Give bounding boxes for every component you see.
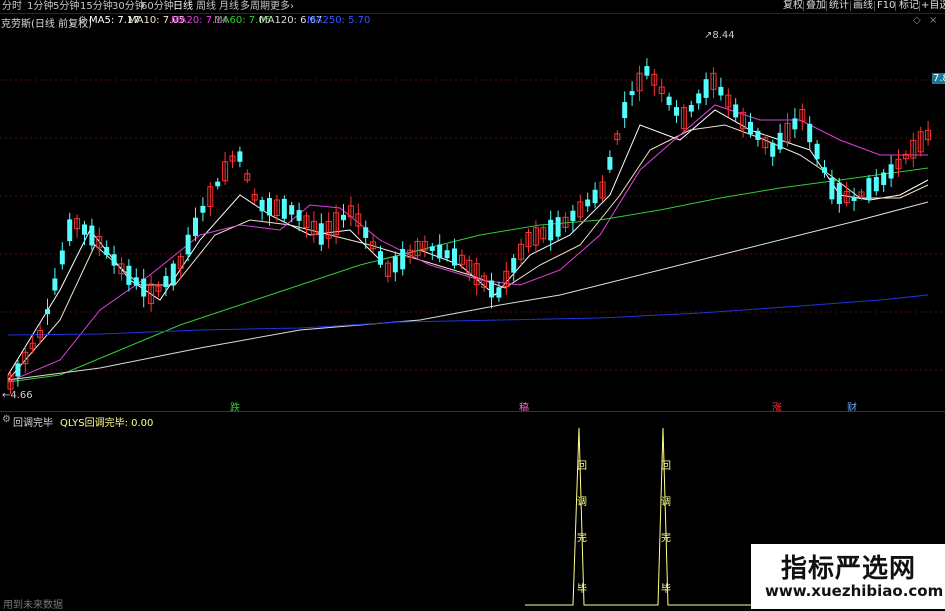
separator [919, 1, 920, 11]
adjust-button[interactable]: 复权 [783, 0, 803, 12]
tab-30min[interactable]: 30分钟 [112, 0, 145, 13]
tab-more[interactable]: 更多› [270, 0, 294, 13]
indicator-name[interactable]: 回调完毕 [13, 414, 53, 429]
draw-line-button[interactable]: 画线 [853, 0, 873, 12]
settings-icon[interactable]: ⚙ [78, 15, 87, 26]
tab-multi-period[interactable]: 多周期 [240, 0, 270, 13]
candlesticks [7, 58, 932, 394]
tab-1min[interactable]: 1分钟 [27, 0, 53, 13]
peak-text: 调 [661, 497, 671, 508]
tab-daily[interactable]: 日线 [173, 0, 193, 13]
diamond-icon[interactable]: ◇ [913, 15, 921, 26]
ma250-label: MA250: 5.70 [307, 15, 371, 26]
ma-legend-bar: 克劳斯(日线 前复权) ⚙ MA5: 7.17 MA10: 7.05 MA20:… [0, 14, 945, 30]
add-watchlist-button[interactable]: +自选 [921, 0, 945, 12]
peak-text: 毕 [661, 584, 671, 595]
separator [895, 1, 896, 11]
peak-text: 调 [577, 497, 587, 508]
overlay-button[interactable]: 叠加 [806, 0, 826, 12]
watermark-title: 指标严选网 [781, 554, 917, 584]
separator [826, 1, 827, 11]
right-price-tag: 7.8 [932, 73, 945, 84]
tab-weekly[interactable]: 周线 [196, 0, 216, 13]
high-price-label: ↗8.44 [704, 30, 735, 41]
peak-text: 完 [577, 533, 587, 544]
settings-icon[interactable]: ⚙ [2, 414, 11, 425]
tab-60min[interactable]: 60分钟 [141, 0, 174, 13]
separator [803, 1, 804, 11]
peak-text: 回 [661, 461, 671, 472]
separator [850, 1, 851, 11]
peak-text: 完 [661, 533, 671, 544]
close-icon[interactable]: × [929, 15, 937, 26]
period-toolbar: 分时 1分钟 5分钟 15分钟 30分钟 60分钟 日线 周线 月线 多周期 更… [0, 0, 945, 13]
tab-monthly[interactable]: 月线 [219, 0, 239, 13]
low-price-label: ←4.66 [2, 390, 33, 401]
mark-button[interactable]: 标记 [899, 0, 919, 12]
tab-15min[interactable]: 15分钟 [80, 0, 113, 13]
indicator-value: QLYS回调完毕: 0.00 [60, 418, 154, 429]
grid-lines [0, 79, 945, 371]
watermark: 指标严选网 www.xuezhibiao.com [751, 544, 945, 609]
tab-timeshare[interactable]: 分时 [2, 0, 22, 13]
peak-text: 回 [577, 461, 587, 472]
tab-5min[interactable]: 5分钟 [53, 0, 79, 13]
f10-button[interactable]: F10 [877, 0, 895, 12]
stats-button[interactable]: 统计 [829, 0, 849, 12]
watermark-url: www.xuezhibiao.com [765, 582, 944, 600]
moving-average-lines [7, 104, 929, 383]
separator [874, 1, 875, 11]
pane-divider[interactable] [0, 411, 945, 412]
kline-chart[interactable] [0, 30, 945, 411]
peak-text: 毕 [577, 584, 587, 595]
